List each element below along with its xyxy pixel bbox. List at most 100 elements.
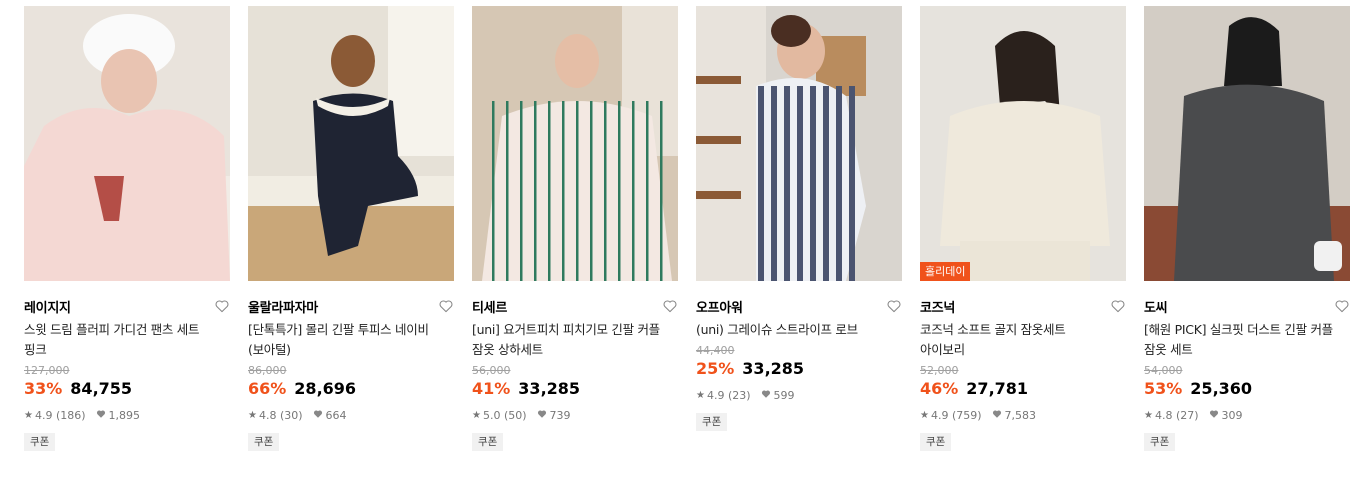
star-icon: ★ bbox=[472, 409, 481, 421]
review-meta: ★ 5.0 (50) 739 bbox=[472, 408, 678, 422]
discount-rate: 66% bbox=[248, 379, 287, 398]
wishlist-heart-icon[interactable] bbox=[662, 298, 678, 314]
product-name[interactable]: 코즈넉 소프트 골지 잠옷세트아이보리 bbox=[920, 320, 1126, 360]
brand-row: 도씨 bbox=[1144, 297, 1350, 316]
brand-name[interactable]: 코즈넉 bbox=[920, 297, 955, 316]
product-name[interactable]: [단톡특가] 몰리 긴팔 투피스 네이비 (보아털) bbox=[248, 320, 454, 360]
brand-row: 코즈넉 bbox=[920, 297, 1126, 316]
product-card[interactable]: 레이지지스윗 드림 플러피 가디건 팬츠 세트핑크 127,000 33% 84,75… bbox=[24, 6, 230, 451]
like-count: 7,583 bbox=[1004, 408, 1037, 422]
rating-text: 4.9 (186) bbox=[34, 408, 86, 422]
product-name-line: 아이보리 bbox=[920, 342, 965, 357]
product-name[interactable]: [uni] 요거트피치 피치기모 긴팔 커플잠옷 상하세트 bbox=[472, 320, 678, 360]
wishlist-heart-icon[interactable] bbox=[214, 298, 230, 314]
sale-price: 25,360 bbox=[1190, 379, 1253, 398]
like-heart-icon bbox=[537, 409, 547, 422]
brand-name[interactable]: 오프아워 bbox=[696, 297, 743, 316]
wishlist-heart-icon[interactable] bbox=[1334, 298, 1350, 314]
product-card[interactable]: 티세르 [uni] 요거트피치 피치기모 긴팔 커플잠옷 상하세트 56,000 41… bbox=[472, 6, 678, 451]
brand-row: 레이지지 bbox=[24, 297, 230, 316]
brand-name[interactable]: 도씨 bbox=[1144, 297, 1168, 316]
sale-price: 27,781 bbox=[966, 379, 1029, 398]
brand-row: 오프아워 bbox=[696, 297, 902, 316]
wishlist-heart-icon[interactable] bbox=[1110, 298, 1126, 314]
star-icon: ★ bbox=[248, 409, 257, 421]
review-meta: ★ 4.9 (23) 599 bbox=[696, 388, 902, 402]
rating-text: 4.8 (27) bbox=[1154, 408, 1199, 422]
product-name-line: [단톡특가] 몰리 긴팔 투피스 네이비 bbox=[248, 322, 429, 337]
like-count: 739 bbox=[549, 408, 571, 422]
rating-text: 4.8 (30) bbox=[258, 408, 303, 422]
coupon-tag: 쿠폰 bbox=[696, 413, 728, 431]
brand-name[interactable]: 레이지지 bbox=[24, 297, 71, 316]
star-icon: ★ bbox=[1144, 409, 1153, 421]
product-name[interactable]: [해원 PICK] 실크핏 더스트 긴팔 커플잠옷 세트 bbox=[1144, 320, 1350, 360]
coupon-tag: 쿠폰 bbox=[24, 433, 56, 451]
product-image[interactable] bbox=[1144, 6, 1350, 281]
sale-price: 33,285 bbox=[518, 379, 581, 398]
original-price: 56,000 bbox=[472, 364, 511, 377]
rating-text: 4.9 (759) bbox=[930, 408, 982, 422]
like-heart-icon bbox=[761, 389, 771, 402]
original-price: 54,000 bbox=[1144, 364, 1183, 377]
discount-rate: 25% bbox=[696, 359, 735, 378]
product-image[interactable]: 홀리데이 bbox=[920, 6, 1126, 281]
like-heart-icon bbox=[96, 409, 106, 422]
discount-rate: 53% bbox=[1144, 379, 1183, 398]
product-name-line: 핑크 bbox=[24, 342, 47, 357]
price-row: 53% 25,360 bbox=[1144, 378, 1350, 400]
sale-price: 84,755 bbox=[70, 379, 133, 398]
price-row: 46% 27,781 bbox=[920, 378, 1126, 400]
original-price: 127,000 bbox=[24, 364, 70, 377]
coupon-tag: 쿠폰 bbox=[472, 433, 504, 451]
star-icon: ★ bbox=[920, 409, 929, 421]
discount-rate: 33% bbox=[24, 379, 63, 398]
like-count: 309 bbox=[1221, 408, 1243, 422]
like-count: 664 bbox=[325, 408, 347, 422]
product-image[interactable] bbox=[472, 6, 678, 281]
review-meta: ★ 4.8 (27) 309 bbox=[1144, 408, 1350, 422]
review-meta: ★ 4.8 (30) 664 bbox=[248, 408, 454, 422]
like-heart-icon bbox=[992, 409, 1002, 422]
product-name-line: 잠옷 세트 bbox=[1144, 342, 1193, 357]
original-price: 44,400 bbox=[696, 344, 735, 357]
product-card[interactable]: 울랄라파자마 [단톡특가] 몰리 긴팔 투피스 네이비 (보아털) 86,000 66%… bbox=[248, 6, 454, 451]
wishlist-heart-icon[interactable] bbox=[438, 298, 454, 314]
rating-text: 5.0 (50) bbox=[482, 408, 527, 422]
wishlist-heart-icon[interactable] bbox=[886, 298, 902, 314]
product-name-line: [uni] 요거트피치 피치기모 긴팔 커플 bbox=[472, 322, 660, 337]
price-row: 66% 28,696 bbox=[248, 378, 454, 400]
price-row: 41% 33,285 bbox=[472, 378, 678, 400]
brand-name[interactable]: 울랄라파자마 bbox=[248, 297, 318, 316]
product-name[interactable]: (uni) 그레이슈 스트라이프 로브 bbox=[696, 320, 902, 340]
brand-name[interactable]: 티세르 bbox=[472, 297, 507, 316]
product-name-line: 잠옷 상하세트 bbox=[472, 342, 543, 357]
product-image[interactable] bbox=[248, 6, 454, 281]
product-image[interactable] bbox=[696, 6, 902, 281]
like-count: 599 bbox=[773, 388, 795, 402]
rating-text: 4.9 (23) bbox=[706, 388, 751, 402]
star-icon: ★ bbox=[24, 409, 33, 421]
product-name[interactable]: 스윗 드림 플러피 가디건 팬츠 세트핑크 bbox=[24, 320, 230, 360]
product-name-line: [해원 PICK] 실크핏 더스트 긴팔 커플 bbox=[1144, 322, 1333, 337]
discount-rate: 46% bbox=[920, 379, 959, 398]
product-card[interactable]: 도씨 [해원 PICK] 실크핏 더스트 긴팔 커플잠옷 세트 54,000 53% 2… bbox=[1144, 6, 1350, 451]
product-name-line: (uni) 그레이슈 스트라이프 로브 bbox=[696, 322, 858, 337]
like-count: 1,895 bbox=[108, 408, 141, 422]
coupon-tag: 쿠폰 bbox=[248, 433, 280, 451]
price-row: 33% 84,755 bbox=[24, 378, 230, 400]
sale-price: 28,696 bbox=[294, 379, 357, 398]
product-image[interactable] bbox=[24, 6, 230, 281]
brand-row: 울랄라파자마 bbox=[248, 297, 454, 316]
like-heart-icon bbox=[1209, 409, 1219, 422]
holiday-badge: 홀리데이 bbox=[920, 262, 971, 281]
product-name-line: 코즈넉 소프트 골지 잠옷세트 bbox=[920, 322, 1066, 337]
product-card[interactable]: 오프아워 (uni) 그레이슈 스트라이프 로브 44,400 25% 33,285 ★ 4… bbox=[696, 6, 902, 431]
original-price: 52,000 bbox=[920, 364, 959, 377]
product-name-line: 스윗 드림 플러피 가디건 팬츠 세트 bbox=[24, 322, 200, 337]
product-card[interactable]: 홀리데이코즈넉코즈넉 소프트 골지 잠옷세트아이보리 52,000 46% 27,78… bbox=[920, 6, 1126, 451]
product-grid: 레이지지스윗 드림 플러피 가디건 팬츠 세트핑크 127,000 33% 84,75… bbox=[0, 0, 1358, 478]
coupon-tag: 쿠폰 bbox=[1144, 433, 1176, 451]
original-price: 86,000 bbox=[248, 364, 287, 377]
price-row: 25% 33,285 bbox=[696, 358, 902, 380]
